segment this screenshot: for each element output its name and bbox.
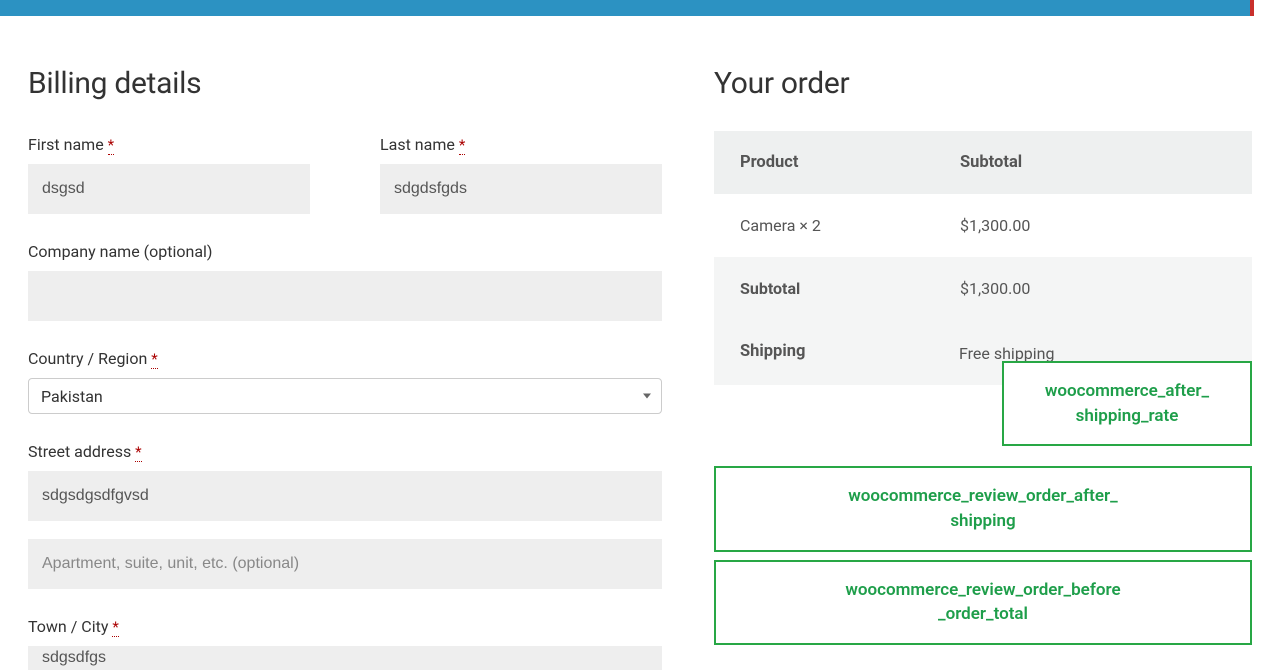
billing-column: Billing details First name * Last name *… bbox=[28, 66, 662, 670]
first-name-label: First name * bbox=[28, 135, 310, 154]
hook-review-after-shipping: woocommerce_review_order_after_shipping bbox=[714, 466, 1252, 551]
hook-label: woocommerce_after_shipping_rate bbox=[1045, 381, 1209, 426]
required-mark: * bbox=[135, 443, 141, 462]
last-name-label: Last name * bbox=[380, 135, 662, 154]
order-subtotal-value: $1,300.00 bbox=[960, 279, 1226, 298]
country-field: Country / Region * Pakistan bbox=[28, 349, 662, 414]
order-table-header: Product Subtotal bbox=[714, 131, 1252, 194]
order-th-product: Product bbox=[740, 153, 960, 172]
order-item-subtotal: $1,300.00 bbox=[960, 216, 1226, 235]
order-th-subtotal: Subtotal bbox=[960, 153, 1226, 172]
company-label: Company name (optional) bbox=[28, 242, 662, 261]
top-accent-bar bbox=[0, 0, 1250, 16]
order-title: Your order bbox=[714, 66, 1252, 101]
company-field: Company name (optional) bbox=[28, 242, 662, 321]
first-name-label-text: First name bbox=[28, 135, 104, 154]
checkout-container: Billing details First name * Last name *… bbox=[0, 16, 1280, 670]
country-selected-value: Pakistan bbox=[41, 387, 103, 406]
town-input[interactable] bbox=[28, 646, 662, 670]
street-input-2[interactable] bbox=[28, 539, 662, 589]
chevron-down-icon bbox=[643, 394, 651, 399]
order-shipping-value: Free shipping bbox=[945, 342, 1252, 363]
first-name-input[interactable] bbox=[28, 164, 310, 214]
street2-wrap bbox=[28, 539, 662, 589]
country-label-text: Country / Region bbox=[28, 349, 147, 368]
street-label: Street address * bbox=[28, 442, 662, 461]
order-shipping-label: Shipping bbox=[740, 342, 945, 361]
required-mark: * bbox=[459, 136, 465, 155]
order-subtotal-label: Subtotal bbox=[740, 279, 960, 298]
hook-label: woocommerce_review_order_before_order_to… bbox=[845, 580, 1120, 625]
required-mark: * bbox=[151, 350, 157, 369]
order-item-name: Camera × 2 bbox=[740, 216, 960, 235]
billing-title: Billing details bbox=[28, 66, 662, 101]
hook-after-shipping-rate: woocommerce_after_shipping_rate bbox=[1002, 361, 1252, 446]
last-name-label-text: Last name bbox=[380, 135, 455, 154]
last-name-field: Last name * bbox=[380, 135, 662, 214]
order-item-row: Camera × 2 $1,300.00 bbox=[714, 194, 1252, 257]
last-name-input[interactable] bbox=[380, 164, 662, 214]
company-input[interactable] bbox=[28, 271, 662, 321]
town-field: Town / City * bbox=[28, 617, 662, 670]
town-label-text: Town / City bbox=[28, 617, 108, 636]
hook-review-before-total: woocommerce_review_order_before_order_to… bbox=[714, 560, 1252, 645]
street-input-1[interactable] bbox=[28, 471, 662, 521]
country-label: Country / Region * bbox=[28, 349, 662, 368]
required-mark: * bbox=[108, 136, 114, 155]
country-select[interactable]: Pakistan bbox=[28, 378, 662, 414]
order-subtotal-row: Subtotal $1,300.00 bbox=[714, 257, 1252, 320]
order-table: Product Subtotal Camera × 2 $1,300.00 Su… bbox=[714, 131, 1252, 385]
first-name-field: First name * bbox=[28, 135, 310, 214]
street-label-text: Street address bbox=[28, 442, 131, 461]
hook-label: woocommerce_review_order_after_shipping bbox=[848, 486, 1117, 531]
town-label: Town / City * bbox=[28, 617, 662, 636]
required-mark: * bbox=[112, 618, 118, 637]
order-column: Your order Product Subtotal Camera × 2 $… bbox=[714, 66, 1252, 670]
street-field: Street address * bbox=[28, 442, 662, 521]
